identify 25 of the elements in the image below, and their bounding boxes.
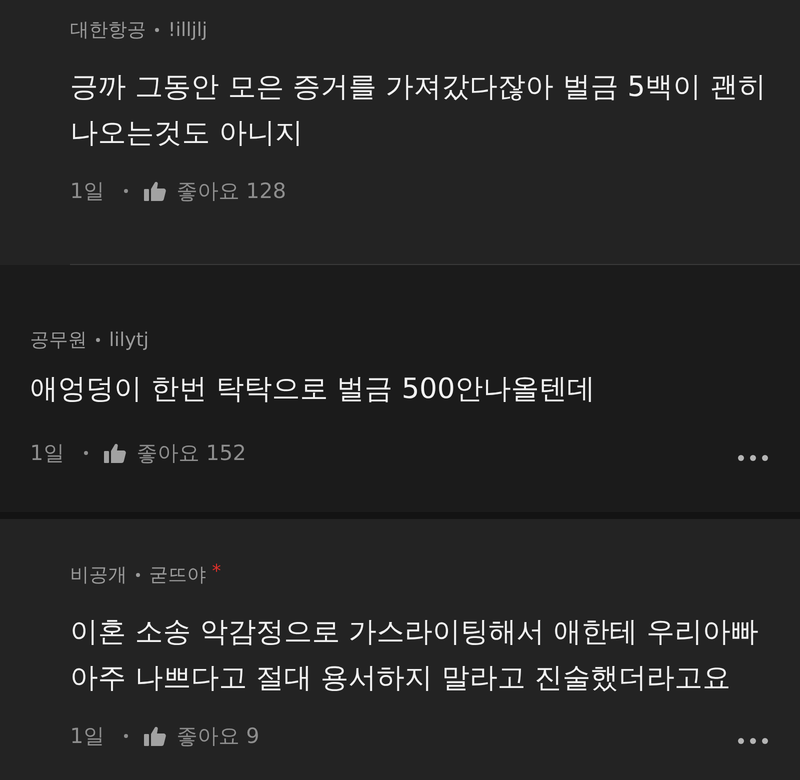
like-button[interactable]: 좋아요 128 [144,177,286,205]
time-label: 1일 [30,440,64,467]
company-name: 공무원 [30,328,87,353]
time-label: 1일 [70,723,104,750]
separator-dot-icon [136,573,140,577]
separator-dot-icon [96,338,100,342]
company-name: 비공개 [70,563,127,588]
author-mark: * [212,563,221,581]
thumbs-up-icon [144,181,166,201]
nickname[interactable]: 굳뜨야 [149,562,206,588]
separator-dot-icon [124,189,128,193]
time-label: 1일 [70,178,104,205]
comment-text: 이혼 소송 악감정으로 가스라이팅해서 애한테 우리아빠 아주 나쁘다고 절대 용서하지 말라고 진술했더라고요 [70,614,760,696]
nickname[interactable]: !illjlj [168,19,208,41]
thumbs-up-icon [104,443,126,463]
nickname[interactable]: lilytj [109,329,149,351]
like-button[interactable]: 좋아요 9 [144,722,260,750]
separator-dot-icon [124,734,128,738]
like-button[interactable]: 좋아요 152 [104,439,246,467]
separator-dot-icon [155,28,159,32]
company-name: 대한항공 [70,18,146,43]
comment-text: 긍까 그동안 모은 증거를 가져갔다잖아 벌금 5백이 괜히 나오는것도 아니지 [70,69,768,151]
separator-dot-icon [84,451,88,455]
thumbs-up-icon [144,726,166,746]
comment-text: 애엉덩이 한번 탁탁으로 벌금 500안나올텐데 [30,371,596,407]
